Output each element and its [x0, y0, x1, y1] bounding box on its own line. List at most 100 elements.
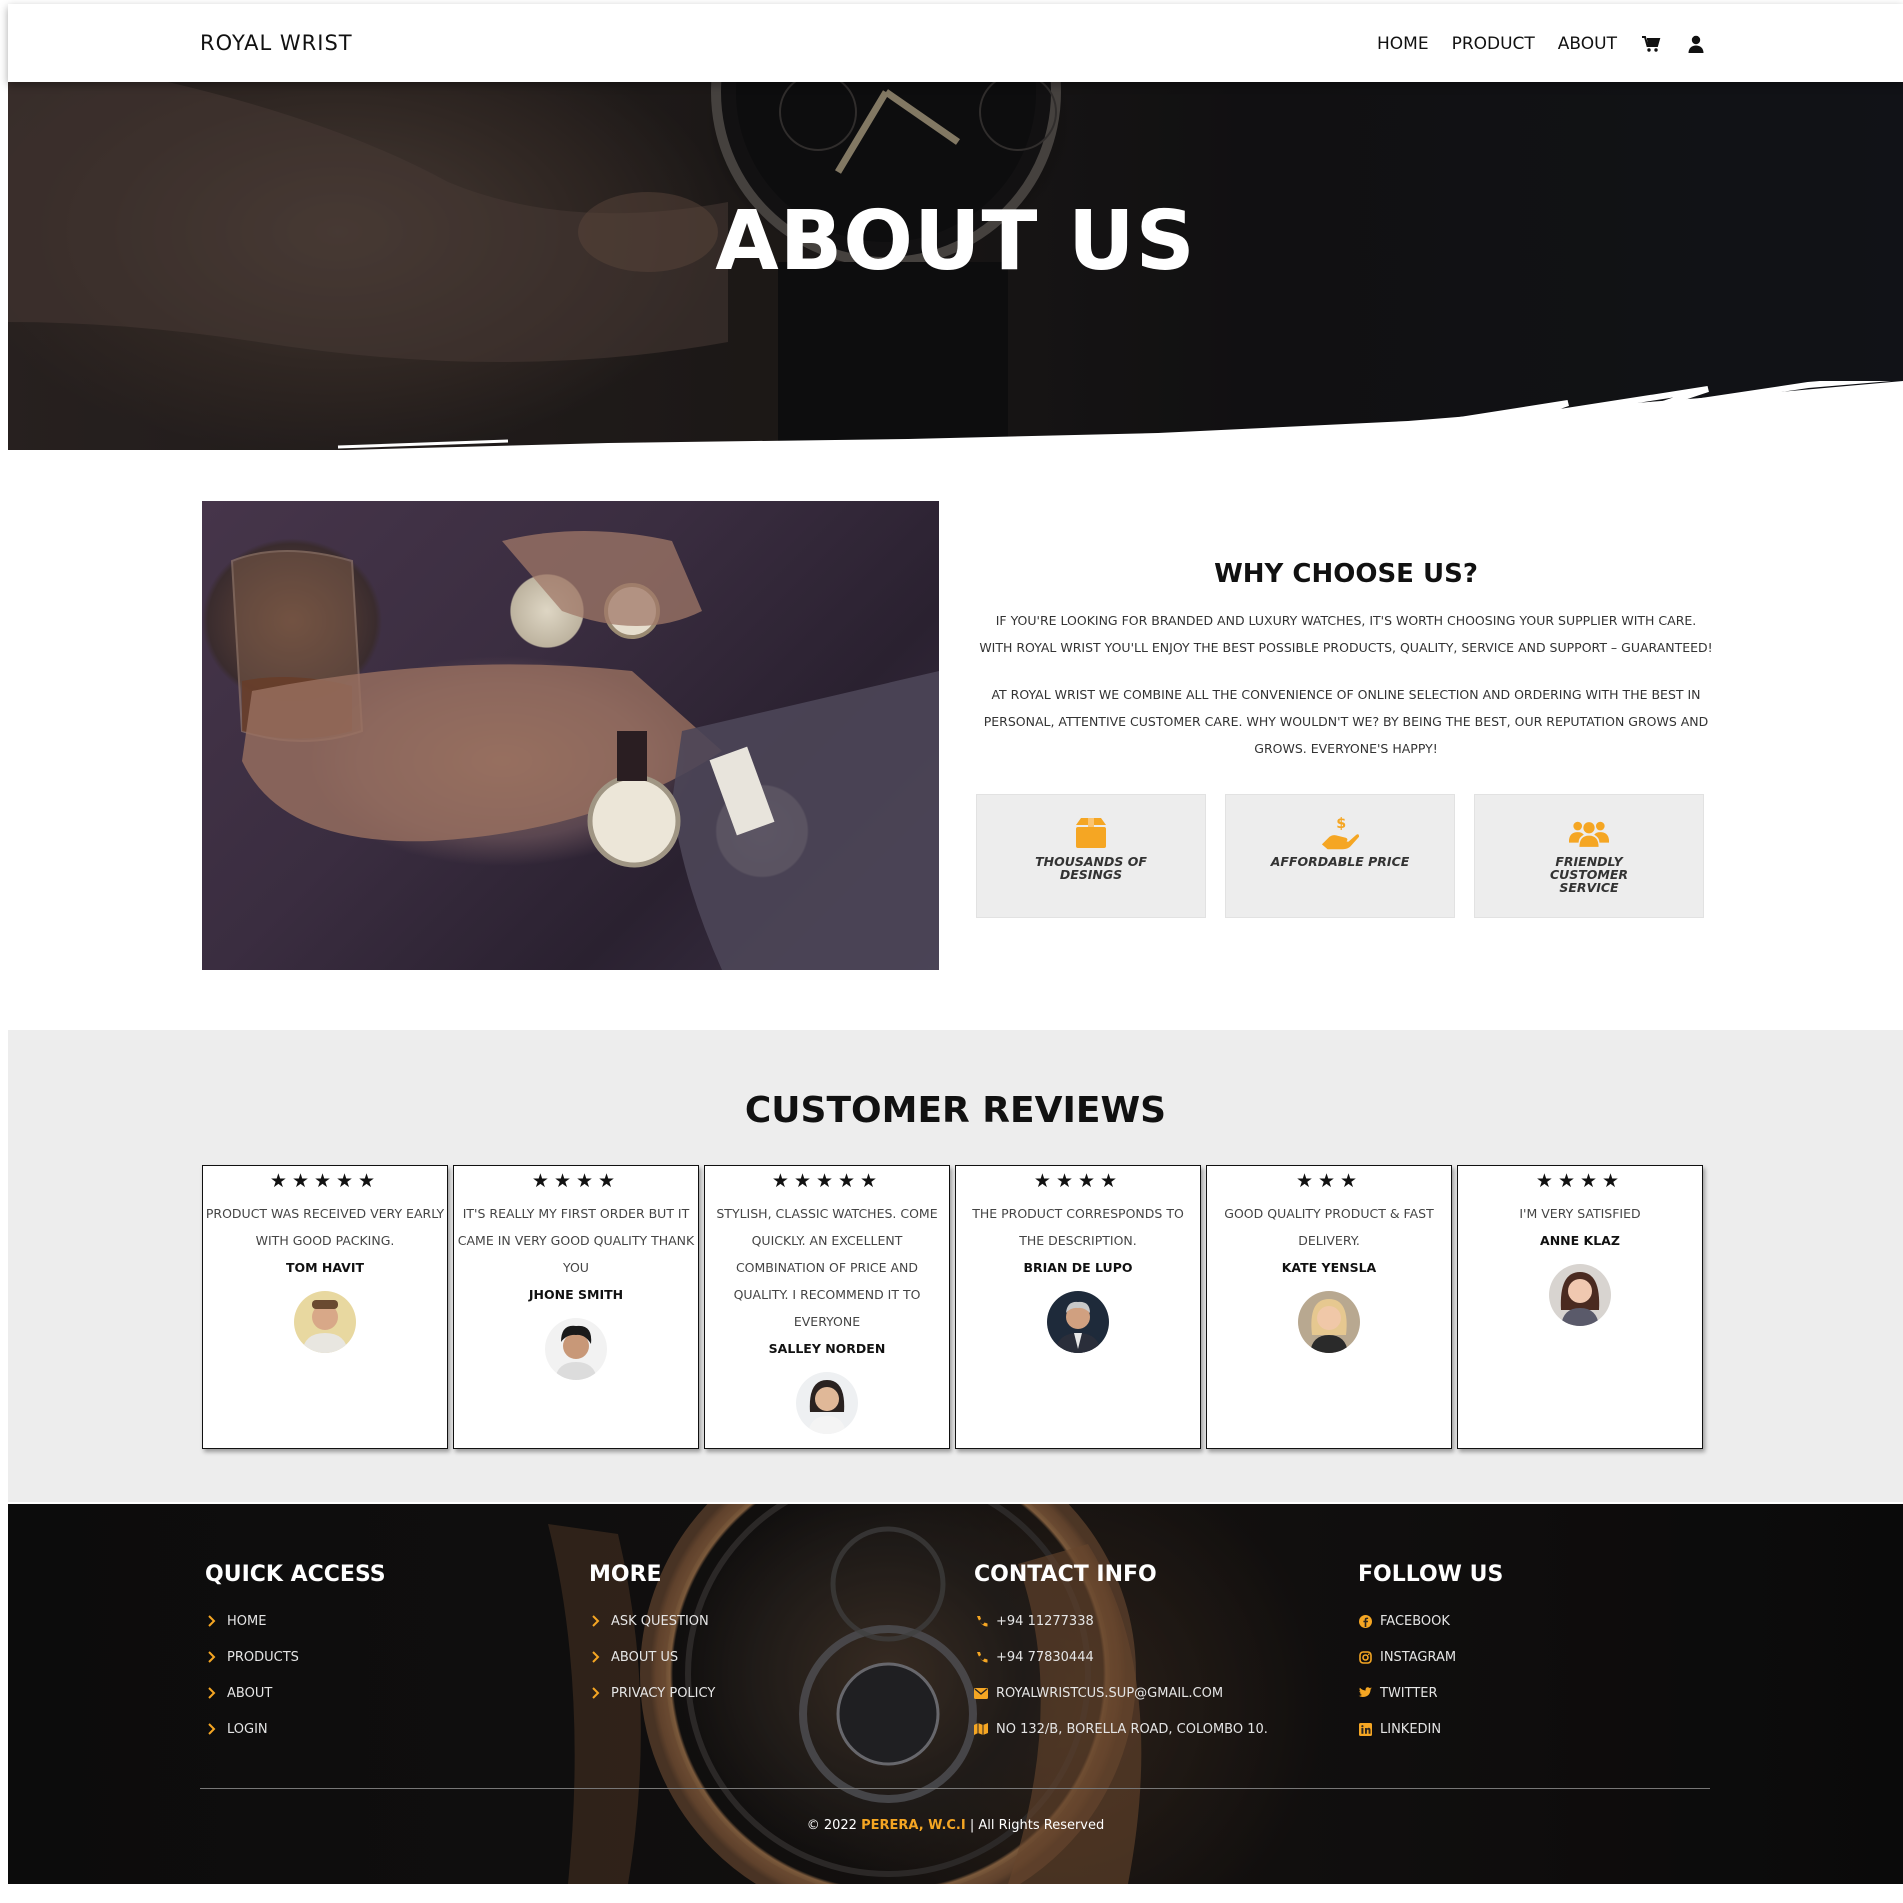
contact-label: ROYALWRISTCUS.SUP@GMAIL.COM [996, 1685, 1224, 1701]
footer-link-label: HOME [227, 1613, 267, 1629]
avatar [545, 1318, 607, 1380]
reviews-section: CUSTOMER REVIEWS ★★★★★ PRODUCT WAS RECEI… [8, 1030, 1903, 1502]
hero-title: ABOUT US [715, 194, 1196, 289]
footer-quick-access: QUICK ACCESS HOME PRODUCTS ABOUT LOGIN [205, 1562, 386, 1747]
feature-service-label: FRIENDLY CUSTOMER SERVICE [1549, 854, 1629, 895]
footer-link-home[interactable]: HOME [205, 1603, 386, 1639]
map-icon [974, 1723, 988, 1735]
avatar [1298, 1291, 1360, 1353]
why-paragraph-1: IF YOU'RE LOOKING FOR BRANDED AND LUXURY… [976, 607, 1716, 661]
footer-link-about[interactable]: ABOUT [205, 1675, 386, 1711]
copyright-year: © 2022 [806, 1818, 857, 1833]
footer-link-label: ABOUT US [611, 1649, 679, 1665]
review-text: I'M VERY SATISFIED [1519, 1206, 1641, 1221]
copyright-rights: | All Rights Reserved [969, 1818, 1105, 1833]
review-cards: ★★★★★ PRODUCT WAS RECEIVED VERY EARLY WI… [202, 1165, 1703, 1449]
contact-email[interactable]: ROYALWRISTCUS.SUP@GMAIL.COM [974, 1675, 1268, 1711]
contact-label: NO 132/B, BORELLA ROAD, COLOMBO 10. [996, 1721, 1268, 1737]
feature-list: THOUSANDS OF DESINGS $ AFFORDABLE PRICE … [976, 794, 1704, 918]
svg-text:$: $ [1336, 816, 1346, 832]
user-icon[interactable] [1685, 33, 1707, 55]
reviewer-name: ANNE KLAZ [1540, 1233, 1620, 1248]
social-label: INSTAGRAM [1380, 1649, 1457, 1665]
contact-label: +94 11277338 [996, 1613, 1094, 1629]
chevron-right-icon [589, 1615, 603, 1627]
why-p1-line-1: IF YOU'RE LOOKING FOR BRANDED AND LUXURY… [995, 613, 1697, 628]
social-linkedin[interactable]: LINKEDIN [1358, 1711, 1503, 1747]
feature-service: FRIENDLY CUSTOMER SERVICE [1474, 794, 1704, 918]
footer-more: MORE ASK QUESTION ABOUT US PRIVACY POLIC… [589, 1562, 715, 1711]
feature-price: $ AFFORDABLE PRICE [1225, 794, 1455, 918]
reviewer-name: KATE YENSLA [1281, 1260, 1377, 1275]
social-facebook[interactable]: FACEBOOK [1358, 1603, 1503, 1639]
footer-more-title: MORE [589, 1562, 662, 1587]
copyright: © 2022 PERERA, W.C.I | All Rights Reserv… [8, 1818, 1903, 1833]
hand-dollar-icon: $ [1320, 815, 1360, 851]
avatar [1549, 1264, 1611, 1326]
contact-label: +94 77830444 [996, 1649, 1094, 1665]
footer-contact: CONTACT INFO +94 11277338 +94 77830444 R… [974, 1562, 1268, 1747]
facebook-icon [1358, 1614, 1372, 1628]
footer-link-about-us[interactable]: ABOUT US [589, 1639, 715, 1675]
avatar [1047, 1291, 1109, 1353]
footer-link-login[interactable]: LOGIN [205, 1711, 386, 1747]
why-title: WHY CHOOSE US? [1214, 559, 1478, 589]
review-card: ★★★ GOOD QUALITY PRODUCT & FAST DELIVERY… [1206, 1165, 1452, 1449]
footer-link-products[interactable]: PRODUCTS [205, 1639, 386, 1675]
review-card: ★★★★★ PRODUCT WAS RECEIVED VERY EARLY WI… [202, 1165, 448, 1449]
page: ROYAL WRIST HOME PRODUCT ABOUT ABOUT US … [8, 4, 1903, 1884]
footer-follow-title: FOLLOW US [1358, 1562, 1504, 1587]
nav-home[interactable]: HOME [1377, 34, 1429, 54]
footer-contact-title: CONTACT INFO [974, 1562, 1157, 1587]
footer-link-ask-question[interactable]: ASK QUESTION [589, 1603, 715, 1639]
review-text: PRODUCT WAS RECEIVED VERY EARLY WITH GOO… [205, 1206, 445, 1248]
star-rating: ★★★★ [531, 1170, 621, 1192]
reviewer-name: BRIAN DE LUPO [1023, 1260, 1133, 1275]
chevron-right-icon [205, 1723, 219, 1735]
watch-photo-illustration [230, 531, 939, 970]
chevron-right-icon [589, 1651, 603, 1663]
contact-address[interactable]: NO 132/B, BORELLA ROAD, COLOMBO 10. [974, 1711, 1268, 1747]
why-p2-line-3: GROWS. EVERYONE'S HAPPY! [1254, 741, 1438, 756]
reviews-title: CUSTOMER REVIEWS [744, 1090, 1167, 1131]
chevron-right-icon [205, 1615, 219, 1627]
footer-divider [200, 1788, 1710, 1789]
nav-product[interactable]: PRODUCT [1452, 34, 1535, 54]
footer-link-label: PRODUCTS [227, 1649, 299, 1665]
contact-phone-2[interactable]: +94 77830444 [974, 1639, 1268, 1675]
star-rating: ★★★★ [1535, 1170, 1625, 1192]
footer-follow: FOLLOW US FACEBOOK INSTAGRAM TWITTER LIN… [1358, 1562, 1503, 1747]
box-icon [1071, 815, 1111, 851]
why-p1-line-2: WITH ROYAL WRIST YOU'LL ENJOY THE BEST P… [979, 640, 1713, 655]
contact-phone-1[interactable]: +94 11277338 [974, 1603, 1268, 1639]
hero-banner: ABOUT US [8, 82, 1903, 450]
chevron-right-icon [589, 1687, 603, 1699]
navbar: ROYAL WRIST HOME PRODUCT ABOUT [8, 4, 1903, 82]
nav-about[interactable]: ABOUT [1558, 34, 1617, 54]
review-text: STYLISH, CLASSIC WATCHES. COME QUICKLY. … [716, 1206, 938, 1329]
review-card: ★★★★ IT'S REALLY MY FIRST ORDER BUT IT C… [453, 1165, 699, 1449]
chevron-right-icon [205, 1687, 219, 1699]
social-instagram[interactable]: INSTAGRAM [1358, 1639, 1503, 1675]
feature-designs: THOUSANDS OF DESINGS [976, 794, 1206, 918]
footer-link-privacy-policy[interactable]: PRIVACY POLICY [589, 1675, 715, 1711]
users-icon [1569, 815, 1609, 851]
star-rating: ★★★★★ [771, 1170, 883, 1192]
social-twitter[interactable]: TWITTER [1358, 1675, 1503, 1711]
review-card: ★★★★ THE PRODUCT CORRESPONDS TO THE DESC… [955, 1165, 1201, 1449]
cart-icon[interactable] [1640, 33, 1662, 55]
review-text: GOOD QUALITY PRODUCT & FAST DELIVERY. [1224, 1206, 1434, 1248]
star-rating: ★★★ [1295, 1170, 1363, 1192]
copyright-author[interactable]: PERERA, W.C.I [861, 1818, 966, 1833]
footer-link-label: LOGIN [227, 1721, 268, 1737]
envelope-icon [974, 1687, 988, 1699]
avatar [796, 1372, 858, 1434]
why-p2-line-2: PERSONAL, ATTENTIVE CUSTOMER CARE. WHY W… [983, 714, 1709, 729]
footer-link-label: ASK QUESTION [611, 1613, 709, 1629]
brand-logo[interactable]: ROYAL WRIST [200, 31, 353, 55]
footer-link-label: ABOUT [227, 1685, 273, 1701]
why-p2-line-1: AT ROYAL WRIST WE COMBINE ALL THE CONVEN… [991, 687, 1701, 702]
phone-icon [974, 1651, 988, 1664]
social-label: LINKEDIN [1380, 1721, 1442, 1737]
chevron-right-icon [205, 1651, 219, 1663]
